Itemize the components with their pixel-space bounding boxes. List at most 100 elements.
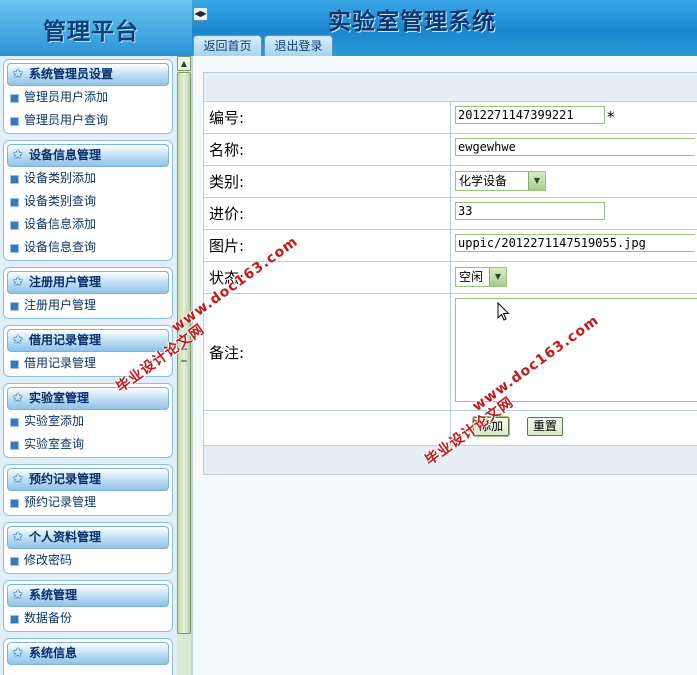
sidebar-item-label: 设备信息查询 <box>24 240 97 254</box>
menu-head-system[interactable]: ✩ 系统管理 <box>7 584 169 607</box>
price-input[interactable]: 33 <box>455 202 605 220</box>
logo-text: 管理平台 <box>43 18 139 45</box>
main-content: 编号: 2012271147399221 * 名称: ewgewhwe 类别: … <box>193 56 697 675</box>
field-label: 编号: <box>204 102 451 133</box>
form-top-bar <box>204 73 697 102</box>
field-label: 名称: <box>204 134 451 165</box>
menu-group-lab: ✩ 实验室管理 实验室添加 实验室查询 <box>3 383 173 458</box>
sidebar-item-label: 实验室添加 <box>24 414 85 428</box>
menu-group-equipment: ✩ 设备信息管理 设备类别添加 设备类别查询 设备信息添加 设备信息查询 <box>3 140 173 261</box>
sidebar-scrollbar[interactable]: ▲ <box>177 56 191 675</box>
logo-area: 管理平台 <box>0 0 192 56</box>
sidebar-item-lab-query[interactable]: 实验室查询 <box>4 433 172 456</box>
star-icon: ✩ <box>12 147 24 163</box>
tab-home[interactable]: 返回首页 <box>193 35 262 56</box>
star-icon: ✩ <box>12 587 24 603</box>
form-row-name: 名称: ewgewhwe <box>204 134 697 166</box>
sidebar-item-label: 设备信息添加 <box>24 217 97 231</box>
square-bullet-icon <box>10 499 19 508</box>
field-cell: 化学设备 ▼ <box>451 166 697 197</box>
square-bullet-icon <box>10 441 19 450</box>
status-select[interactable]: 空闲 ▼ <box>455 267 507 287</box>
sidebar-item-user-manage[interactable]: 注册用户管理 <box>4 294 172 317</box>
star-icon: ✩ <box>12 390 24 406</box>
sidebar-item-category-add[interactable]: 设备类别添加 <box>4 167 172 190</box>
form-row-price: 进价: 33 <box>204 198 697 230</box>
scroll-up-icon[interactable]: ▲ <box>177 56 191 71</box>
menu-head-label: 系统管理 <box>29 588 78 602</box>
sidebar-item-label: 数据备份 <box>24 611 73 625</box>
field-cell: ewgewhwe <box>451 134 697 165</box>
menu-head-users[interactable]: ✩ 注册用户管理 <box>7 271 169 294</box>
field-cell: 33 <box>451 198 697 229</box>
required-mark: * <box>607 108 615 126</box>
field-label: 类别: <box>204 166 451 197</box>
image-input[interactable]: uppic/2012271147519055.jpg <box>455 234 695 252</box>
system-title: 实验室管理系统 <box>328 8 496 35</box>
sidebar-item-label: 预约记录管理 <box>24 495 97 509</box>
sidebar-item-label: 管理员用户查询 <box>24 113 109 127</box>
menu-head-label: 实验室管理 <box>29 391 90 405</box>
field-cell: uppic/2012271147519055.jpg <box>451 230 697 261</box>
menu-head-sysinfo[interactable]: ✩ 系统信息 <box>7 642 169 665</box>
menu-head-admin[interactable]: ✩ 系统管理员设置 <box>7 63 169 86</box>
sidebar-item-label: 实验室查询 <box>24 437 85 451</box>
square-bullet-icon <box>10 244 19 253</box>
menu-head-label: 预约记录管理 <box>29 472 102 486</box>
collapse-toggle-button[interactable]: ◀▶ <box>193 7 208 21</box>
square-bullet-icon <box>10 360 19 369</box>
tab-logout[interactable]: 退出登录 <box>264 35 333 56</box>
star-icon: ✩ <box>12 332 24 348</box>
sidebar-item-admin-add[interactable]: 管理员用户添加 <box>4 86 172 109</box>
square-bullet-icon <box>10 418 19 427</box>
menu-head-label: 系统信息 <box>29 646 78 660</box>
menu-head-equipment[interactable]: ✩ 设备信息管理 <box>7 144 169 167</box>
sidebar-item-data-backup[interactable]: 数据备份 <box>4 607 172 630</box>
sidebar-item-lab-add[interactable]: 实验室添加 <box>4 410 172 433</box>
mouse-pointer-icon <box>497 302 510 321</box>
sidebar-item-category-query[interactable]: 设备类别查询 <box>4 190 172 213</box>
star-icon: ✩ <box>12 66 24 82</box>
sidebar-item-label: 设备类别查询 <box>24 194 97 208</box>
category-select[interactable]: 化学设备 ▼ <box>455 171 546 191</box>
menu-head-label: 系统管理员设置 <box>29 67 114 81</box>
star-icon: ✩ <box>12 471 24 487</box>
square-bullet-icon <box>10 117 19 126</box>
square-bullet-icon <box>10 175 19 184</box>
sidebar-item-label: 借用记录管理 <box>24 356 97 370</box>
sidebar-item-equipment-query[interactable]: 设备信息查询 <box>4 236 172 259</box>
menu-head-label: 注册用户管理 <box>29 275 102 289</box>
square-bullet-icon <box>10 221 19 230</box>
field-cell: 空闲 ▼ <box>451 262 697 293</box>
menu-head-lab[interactable]: ✩ 实验室管理 <box>7 387 169 410</box>
star-icon: ✩ <box>12 645 24 661</box>
sidebar-item-label: 设备类别添加 <box>24 171 97 185</box>
menu-head-profile[interactable]: ✩ 个人资料管理 <box>7 526 169 549</box>
id-input[interactable]: 2012271147399221 <box>455 106 605 124</box>
field-cell: 2012271147399221 * <box>451 102 697 133</box>
sidebar-item-reservation-manage[interactable]: 预约记录管理 <box>4 491 172 514</box>
chevron-down-icon[interactable]: ▼ <box>489 268 506 286</box>
sidebar-item-change-password[interactable]: 修改密码 <box>4 549 172 572</box>
sidebar-item-label: 管理员用户添加 <box>24 90 109 104</box>
chevron-down-icon[interactable]: ▼ <box>528 172 545 190</box>
menu-head-reservation[interactable]: ✩ 预约记录管理 <box>7 468 169 491</box>
square-bullet-icon <box>10 557 19 566</box>
sidebar-item-admin-query[interactable]: 管理员用户查询 <box>4 109 172 132</box>
square-bullet-icon <box>10 615 19 624</box>
menu-group-profile: ✩ 个人资料管理 修改密码 <box>3 522 173 574</box>
status-select-value: 空闲 <box>459 270 484 284</box>
field-label: 进价: <box>204 198 451 229</box>
menu-head-label: 借用记录管理 <box>29 333 102 347</box>
reset-button[interactable]: 重置 <box>527 417 563 436</box>
menu-head-label: 设备信息管理 <box>29 148 102 162</box>
menu-group-sysinfo: ✩ 系统信息 <box>3 638 173 675</box>
field-label: 图片: <box>204 230 451 261</box>
square-bullet-icon <box>10 94 19 103</box>
top-header: 管理平台 ◀▶ 实验室管理系统 返回首页 退出登录 <box>0 0 697 56</box>
menu-group-admin: ✩ 系统管理员设置 管理员用户添加 管理员用户查询 <box>3 59 173 134</box>
sidebar-item-equipment-add[interactable]: 设备信息添加 <box>4 213 172 236</box>
name-input[interactable]: ewgewhwe <box>455 138 695 156</box>
square-bullet-icon <box>10 198 19 207</box>
star-icon: ✩ <box>12 529 24 545</box>
